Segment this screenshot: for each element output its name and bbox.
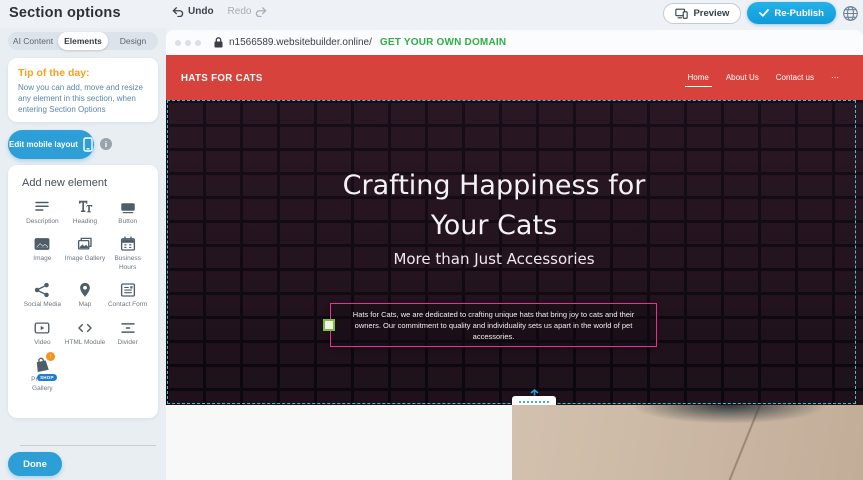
- button-icon: [119, 198, 137, 216]
- republish-button[interactable]: Re-Publish: [747, 2, 836, 24]
- tip-body: Now you can add, move and resize any ele…: [18, 83, 148, 115]
- video-icon: [33, 319, 51, 337]
- element-product-gallery[interactable]: SHOP ↑ Product Gallery: [22, 356, 63, 393]
- undo-icon: [172, 7, 184, 17]
- text-lines-icon: [33, 198, 51, 216]
- hero-heading-line1: Crafting Happiness for: [166, 166, 822, 206]
- element-contact-form[interactable]: Contact Form: [107, 281, 148, 309]
- sidebar-divider: [20, 445, 156, 446]
- element-grid: Description Heading Button Image Image G: [22, 198, 148, 393]
- topbar-right-controls: Preview Re-Publish: [663, 2, 859, 24]
- url-text: n1566589.websitebuilder.online/: [229, 37, 372, 48]
- edit-mobile-layout-label: Edit mobile layout: [9, 140, 78, 149]
- tab-ai-content[interactable]: AI Content: [8, 32, 58, 50]
- add-element-title: Add new element: [22, 177, 148, 189]
- phone-icon: [83, 137, 93, 152]
- business-hours-icon: [119, 235, 137, 253]
- tip-of-the-day-card: Tip of the day: Now you can add, move an…: [8, 58, 158, 122]
- topbar: Section options Undo Redo Preview Re-Pub…: [0, 0, 863, 28]
- browser-chrome: n1566589.websitebuilder.online/ GET YOUR…: [166, 30, 863, 55]
- devices-icon: [675, 8, 688, 19]
- resize-grip: [512, 396, 556, 405]
- element-drag-handle-icon[interactable]: [323, 319, 335, 331]
- hero-paragraph: Hats for Cats, we are dedicated to craft…: [339, 309, 648, 342]
- check-icon: [759, 9, 769, 17]
- shop-badge: SHOP: [37, 374, 57, 381]
- info-icon[interactable]: i: [100, 138, 112, 150]
- nav-about-us[interactable]: About Us: [726, 69, 759, 86]
- done-button[interactable]: Done: [8, 452, 62, 476]
- preview-label: Preview: [693, 8, 729, 19]
- tip-title: Tip of the day:: [18, 67, 148, 79]
- sidebar-tabs: AI Content Elements Design: [8, 32, 158, 50]
- contact-form-icon: [119, 281, 137, 299]
- social-media-icon: [33, 281, 51, 299]
- premium-badge-icon: ↑: [46, 352, 55, 361]
- hero-subheading[interactable]: More than Just Accessories: [166, 250, 822, 268]
- element-description[interactable]: Description: [22, 198, 63, 226]
- app-root: Section options Undo Redo Preview Re-Pub…: [0, 0, 863, 480]
- next-section-photo: [512, 405, 863, 480]
- site-logo[interactable]: HATS FOR CATS: [181, 72, 263, 84]
- element-map[interactable]: Map: [65, 281, 106, 309]
- redo-label: Redo: [228, 6, 252, 17]
- heading-icon: [76, 198, 94, 216]
- redo-button[interactable]: Redo: [228, 6, 268, 17]
- redo-icon: [255, 7, 267, 17]
- hero-heading[interactable]: Crafting Happiness for Your Cats: [166, 166, 822, 246]
- element-social-media[interactable]: Social Media: [22, 281, 63, 309]
- arrow-up-icon: [529, 389, 540, 396]
- undo-button[interactable]: Undo: [172, 6, 214, 17]
- undo-label: Undo: [188, 6, 214, 17]
- window-dots-icon: [175, 40, 201, 46]
- get-own-domain-link[interactable]: GET YOUR OWN DOMAIN: [380, 37, 506, 48]
- sidebar: AI Content Elements Design Tip of the da…: [0, 28, 166, 480]
- map-pin-icon: [76, 281, 94, 299]
- html-module-icon: [76, 319, 94, 337]
- language-globe-icon[interactable]: [842, 5, 859, 22]
- element-business-hours[interactable]: Business Hours: [107, 235, 148, 272]
- lock-icon: [214, 37, 223, 48]
- divider-icon: [119, 319, 137, 337]
- site-header: HATS FOR CATS Home About Us Contact us ⋯: [166, 55, 863, 100]
- hero-heading-line2: Your Cats: [166, 206, 822, 246]
- tab-design[interactable]: Design: [108, 32, 158, 50]
- undo-redo-group: Undo Redo: [172, 6, 267, 17]
- nav-more-icon[interactable]: ⋯: [831, 69, 839, 86]
- selected-text-element[interactable]: Hats for Cats, we are dedicated to craft…: [330, 303, 657, 347]
- image-icon: [33, 235, 51, 253]
- element-html-module[interactable]: HTML Module: [65, 319, 106, 347]
- element-image[interactable]: Image: [22, 235, 63, 272]
- edit-mobile-layout-button[interactable]: Edit mobile layout: [8, 130, 94, 159]
- nav-home[interactable]: Home: [688, 69, 709, 86]
- element-button[interactable]: Button: [107, 198, 148, 226]
- element-video[interactable]: Video: [22, 319, 63, 347]
- element-heading[interactable]: Heading: [65, 198, 106, 226]
- add-element-panel: Add new element Description Heading Butt…: [8, 165, 158, 418]
- page-title: Section options: [9, 5, 121, 21]
- republish-label: Re-Publish: [774, 8, 824, 19]
- site-nav: Home About Us Contact us ⋯: [688, 55, 840, 100]
- element-image-gallery[interactable]: Image Gallery: [65, 235, 106, 272]
- preview-button[interactable]: Preview: [663, 3, 741, 24]
- element-divider[interactable]: Divider: [107, 319, 148, 347]
- section-resize-handle[interactable]: [511, 389, 557, 405]
- nav-contact-us[interactable]: Contact us: [776, 69, 814, 86]
- tab-elements[interactable]: Elements: [58, 32, 108, 50]
- image-gallery-icon: [76, 235, 94, 253]
